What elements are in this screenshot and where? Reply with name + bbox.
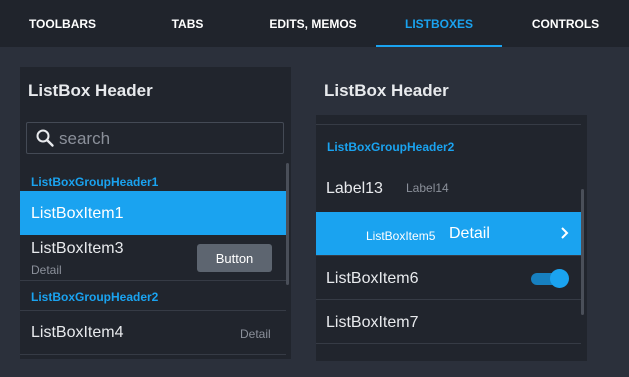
tab-label: LISTBOXES [404, 16, 473, 31]
list-item-detail: Detail [240, 327, 271, 341]
list-item-4[interactable]: ListBoxItem4 Detail [20, 311, 286, 355]
list-item-7[interactable]: ListBoxItem7 [316, 300, 581, 344]
item-button[interactable]: Button [197, 244, 272, 272]
list-item-detail: Detail [31, 263, 62, 277]
chevron-right-icon [561, 227, 569, 239]
scrollbar[interactable] [286, 163, 289, 285]
group-header-label: ListBoxGroupHeader2 [31, 290, 159, 304]
list-item-3[interactable]: ListBoxItem3 Detail Button [20, 235, 286, 281]
tab-tabs[interactable]: TABS [125, 0, 250, 47]
list-item-detail: Detail [449, 225, 490, 242]
active-tab-indicator [376, 45, 502, 47]
tab-label: EDITS, MEMOS [269, 16, 357, 31]
list-item-labels[interactable]: Label13 Label14 [316, 165, 581, 212]
list-item-label: ListBoxItem5 [366, 229, 436, 243]
label-14: Label14 [406, 181, 449, 195]
tab-bar: TOOLBARS TABS EDITS, MEMOS LISTBOXES CON… [0, 0, 629, 47]
listbox-header: ListBox Header [28, 81, 153, 100]
list-group-header: ListBoxGroupHeader2 [20, 281, 286, 311]
list-item-6[interactable]: ListBoxItem6 [316, 256, 581, 300]
item-button-label: Button [215, 250, 254, 266]
list-item-label: ListBoxItem6 [326, 270, 419, 287]
listbox-header: ListBox Header [324, 81, 449, 100]
right-listbox: ListBoxGroupHeader2 Label13 Label14 List… [316, 115, 587, 361]
group-header-label: ListBoxGroupHeader1 [31, 175, 159, 189]
tab-listboxes[interactable]: LISTBOXES [376, 0, 502, 47]
group-header-label: ListBoxGroupHeader2 [327, 140, 455, 154]
list-group-header: ListBoxGroupHeader2 [316, 125, 581, 165]
left-listbox: ListBox Header ListBoxGroupHeader1 ListB… [20, 67, 291, 359]
label-13: Label13 [326, 180, 383, 197]
tab-toolbars[interactable]: TOOLBARS [0, 0, 125, 47]
list-item-label: ListBoxItem3 [31, 240, 124, 257]
toggle-thumb [550, 269, 569, 288]
tab-controls[interactable]: CONTROLS [502, 0, 629, 47]
list-item-label: ListBoxItem4 [31, 324, 124, 341]
tab-edits-memos[interactable]: EDITS, MEMOS [250, 0, 376, 47]
search-input[interactable] [59, 128, 279, 150]
tab-label: CONTROLS [531, 16, 600, 31]
list-top-edge [316, 115, 581, 125]
list-item-label: ListBoxItem1 [31, 205, 124, 222]
list-item-1[interactable]: ListBoxItem1 [20, 191, 286, 235]
toggle-switch[interactable] [531, 269, 569, 288]
list-item-5[interactable]: ListBoxItem5 Detail [316, 212, 581, 256]
scrollbar[interactable] [581, 189, 584, 315]
search-box[interactable] [26, 122, 284, 154]
list-item-label: ListBoxItem7 [326, 314, 419, 331]
search-icon [36, 129, 54, 147]
tab-label: TOOLBARS [28, 16, 97, 31]
tab-label: TABS [171, 16, 204, 31]
